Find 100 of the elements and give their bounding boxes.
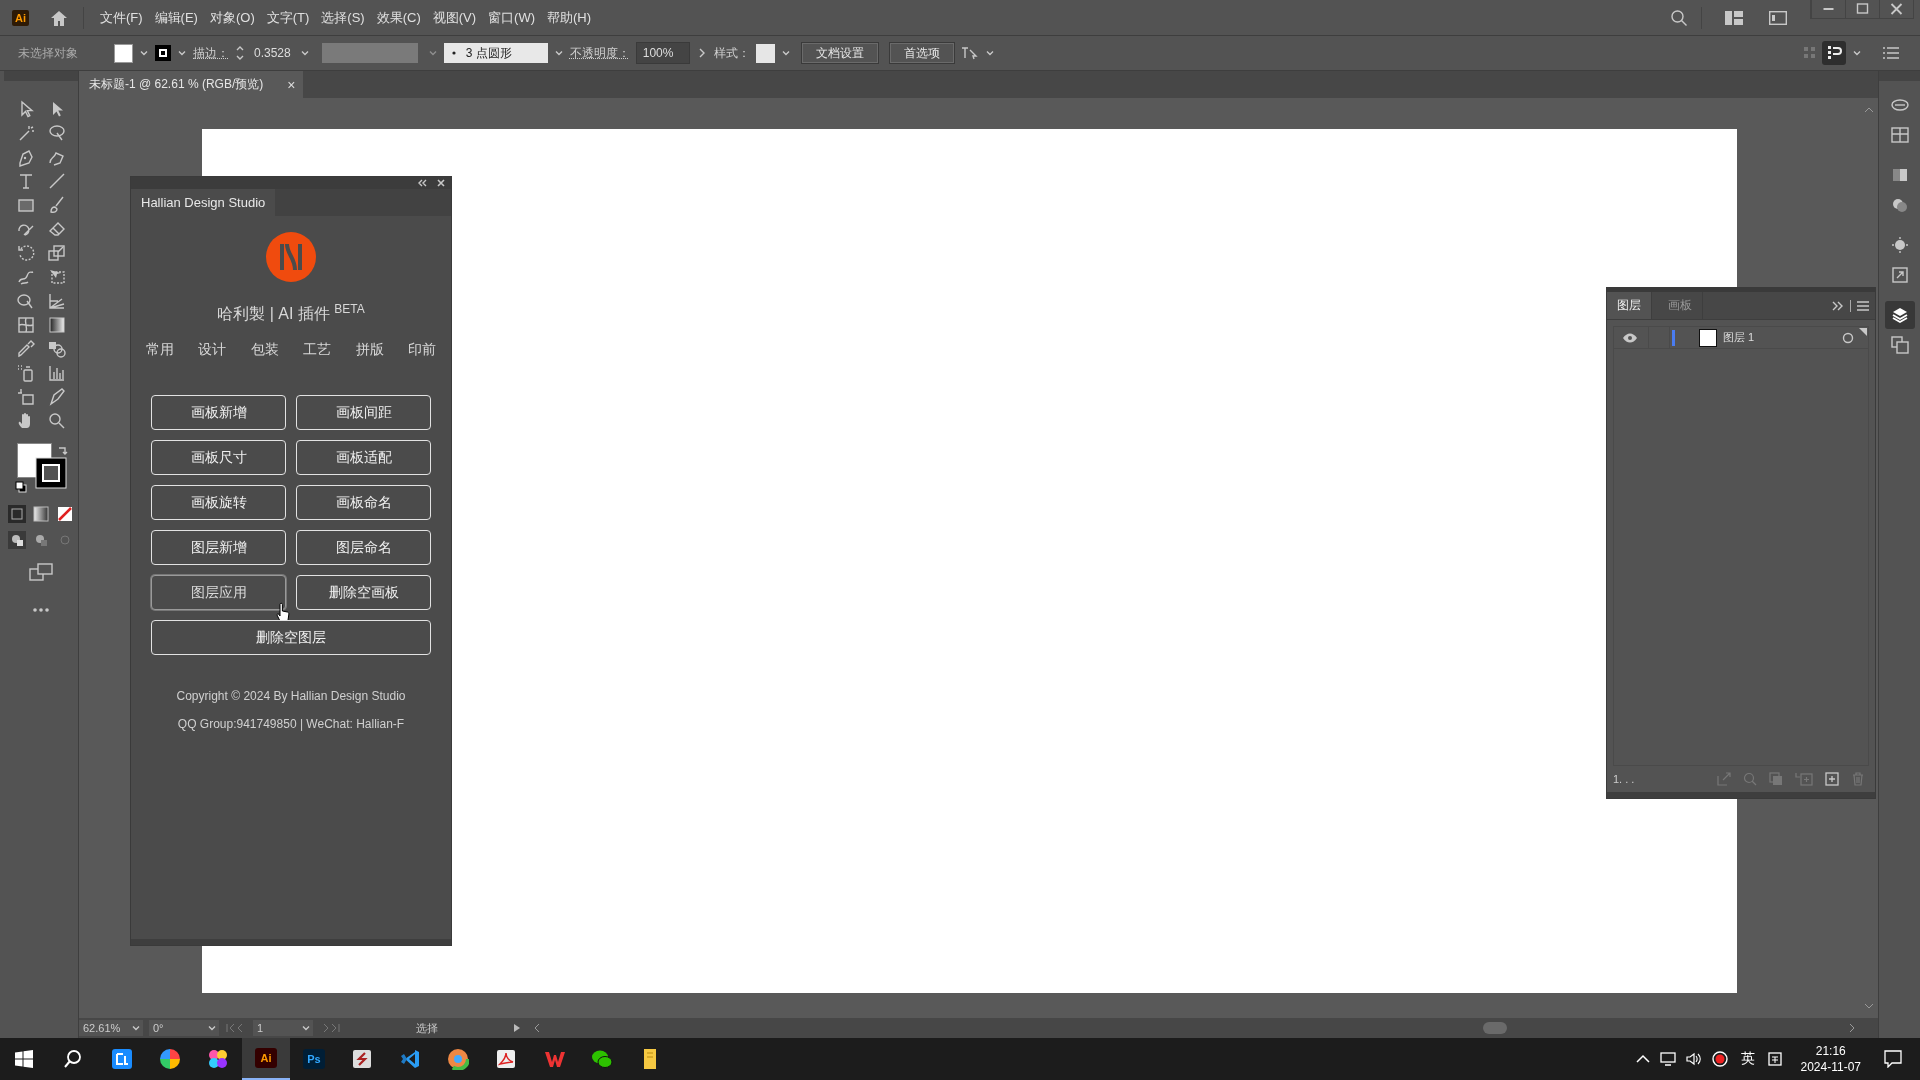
- notification-icon[interactable]: [1884, 1050, 1902, 1068]
- opacity-field[interactable]: 100%: [635, 42, 690, 64]
- action-button[interactable]: 删除空图层: [151, 620, 431, 656]
- category-tab[interactable]: 设计: [198, 341, 227, 360]
- toolbar-button[interactable]: 文档设置: [800, 42, 879, 64]
- document-tab[interactable]: 未标题-1 @ 62.61 % (RGB/预览) ×: [79, 71, 304, 98]
- blend-icon[interactable]: [46, 339, 67, 359]
- draw-normal-icon[interactable]: [8, 531, 26, 549]
- artboard-icon[interactable]: [15, 387, 36, 407]
- lasso-icon[interactable]: [46, 123, 67, 143]
- panel-tab[interactable]: 图层: [1607, 292, 1652, 319]
- keyboard-icon[interactable]: [1767, 1052, 1782, 1066]
- zoom-icon[interactable]: [46, 411, 67, 431]
- tab-close-button[interactable]: ×: [287, 76, 296, 93]
- speaker-icon[interactable]: [1685, 1052, 1702, 1066]
- layers-icon[interactable]: [1884, 301, 1915, 329]
- clipping-mask-icon[interactable]: [1769, 772, 1783, 786]
- screen-mode-icon[interactable]: [29, 563, 53, 581]
- action-button[interactable]: 删除空画板: [296, 575, 431, 611]
- app-logo[interactable]: Ai: [12, 9, 29, 26]
- menu-item[interactable]: 文字(T): [260, 8, 316, 27]
- gradient-icon[interactable]: [46, 315, 67, 335]
- menu-item[interactable]: 窗口(W): [482, 8, 541, 27]
- play-icon[interactable]: [513, 1023, 521, 1033]
- panel-tab[interactable]: 画板: [1658, 292, 1703, 319]
- category-tab[interactable]: 工艺: [303, 341, 332, 360]
- menu-item[interactable]: 文件(F): [94, 8, 149, 27]
- rotation-dropdown[interactable]: 0°: [149, 1020, 219, 1036]
- perspective-grid-icon[interactable]: [46, 291, 67, 311]
- no-fill-icon[interactable]: [56, 505, 74, 523]
- taskbar-app[interactable]: Ps: [290, 1038, 338, 1080]
- eye-icon[interactable]: [1622, 332, 1638, 343]
- layer-row[interactable]: 图层 1: [1614, 327, 1868, 349]
- action-button[interactable]: 画板旋转: [151, 485, 286, 521]
- zoom-dropdown[interactable]: 62.61%: [79, 1020, 143, 1036]
- category-tab[interactable]: 拼版: [355, 341, 384, 360]
- graphic-style-dropdown[interactable]: [755, 43, 791, 63]
- swap-arrows-icon[interactable]: [57, 445, 69, 457]
- shape-builder-icon[interactable]: [15, 291, 36, 311]
- menu-item[interactable]: 效果(C): [370, 8, 427, 27]
- more-tools-icon[interactable]: [32, 607, 50, 613]
- window-panel-icon[interactable]: [1769, 10, 1787, 25]
- menu-item[interactable]: 视图(V): [426, 8, 483, 27]
- action-button[interactable]: 画板尺寸: [151, 440, 286, 476]
- copyright-text: Copyright © 2024 By Hallian Design Studio: [176, 689, 406, 704]
- action-button[interactable]: 画板间距: [296, 395, 431, 431]
- hand-cursor-icon: [276, 602, 290, 623]
- action-button[interactable]: 图层新增: [151, 530, 286, 566]
- new-layer-icon[interactable]: [1825, 772, 1839, 786]
- rotate-icon[interactable]: [15, 243, 36, 263]
- record-icon[interactable]: [1711, 1051, 1728, 1067]
- stroke-weight-field[interactable]: 0.3528: [251, 46, 294, 60]
- expand-icon[interactable]: [1832, 300, 1844, 311]
- pointer-options-icon[interactable]: [960, 45, 979, 61]
- action-button[interactable]: 画板新增: [151, 395, 286, 431]
- panel-menu-icon[interactable]: [1857, 300, 1869, 311]
- taskbar-app[interactable]: Ai: [242, 1038, 290, 1080]
- stroke-color-dropdown[interactable]: [155, 45, 187, 61]
- mesh-icon[interactable]: [15, 315, 36, 335]
- category-tab[interactable]: 印前: [407, 341, 436, 360]
- layer-name[interactable]: 图层 1: [1723, 330, 1842, 345]
- home-icon[interactable]: [49, 8, 69, 27]
- scale-icon[interactable]: [46, 243, 67, 263]
- caret-icon: [177, 48, 187, 58]
- input-method-indicator[interactable]: 英: [1740, 1050, 1755, 1068]
- menu-item[interactable]: 编辑(E): [148, 8, 204, 27]
- category-tab[interactable]: 常用: [146, 341, 174, 360]
- collapse-icon[interactable]: [417, 179, 427, 187]
- s-app-icon: [351, 1048, 373, 1070]
- color-mode-icon[interactable]: [8, 505, 26, 523]
- menu-item[interactable]: 对象(O): [203, 8, 261, 27]
- brush-dropdown[interactable]: 3 点圆形: [443, 43, 548, 63]
- gradient-mode-icon[interactable]: [32, 505, 50, 523]
- clock[interactable]: 21:16 2024-11-07: [1800, 1043, 1861, 1075]
- fill-color-dropdown[interactable]: [114, 43, 149, 63]
- bar-graph-icon[interactable]: [46, 363, 67, 383]
- panel-tab[interactable]: Hallian Design Studio: [131, 189, 276, 216]
- action-button[interactable]: 画板命名: [296, 485, 431, 521]
- fill-stroke-swatches[interactable]: [17, 443, 67, 489]
- action-button[interactable]: 图层命名: [296, 530, 431, 566]
- search-icon[interactable]: [63, 1049, 83, 1069]
- symbol-sprayer-icon[interactable]: [15, 363, 36, 383]
- menu-item[interactable]: 帮助(H): [541, 8, 598, 27]
- menu-item[interactable]: 选择(S): [315, 8, 371, 27]
- network-icon[interactable]: [1659, 1052, 1676, 1066]
- list-menu-icon[interactable]: [1882, 46, 1900, 60]
- brush-name: 3 点圆形: [465, 44, 512, 62]
- category-tab[interactable]: 包装: [250, 341, 279, 360]
- workspace-layout-icon[interactable]: [1725, 10, 1743, 25]
- default-colors-icon[interactable]: [15, 481, 27, 493]
- eyedropper-icon[interactable]: [15, 339, 36, 359]
- windows-start-icon[interactable]: [15, 1050, 33, 1068]
- action-button[interactable]: 画板适配: [296, 440, 431, 476]
- scroll-thumb[interactable]: [1482, 1022, 1507, 1034]
- chevron-up-icon[interactable]: [1635, 1054, 1650, 1064]
- artboard-number-dropdown[interactable]: 1: [253, 1020, 313, 1036]
- clock-time: 21:16: [1815, 1043, 1846, 1059]
- toolbar-button[interactable]: 首选项: [888, 42, 955, 64]
- align-panel-icon[interactable]: [1822, 41, 1846, 65]
- target-circle-icon[interactable]: [1842, 331, 1854, 344]
